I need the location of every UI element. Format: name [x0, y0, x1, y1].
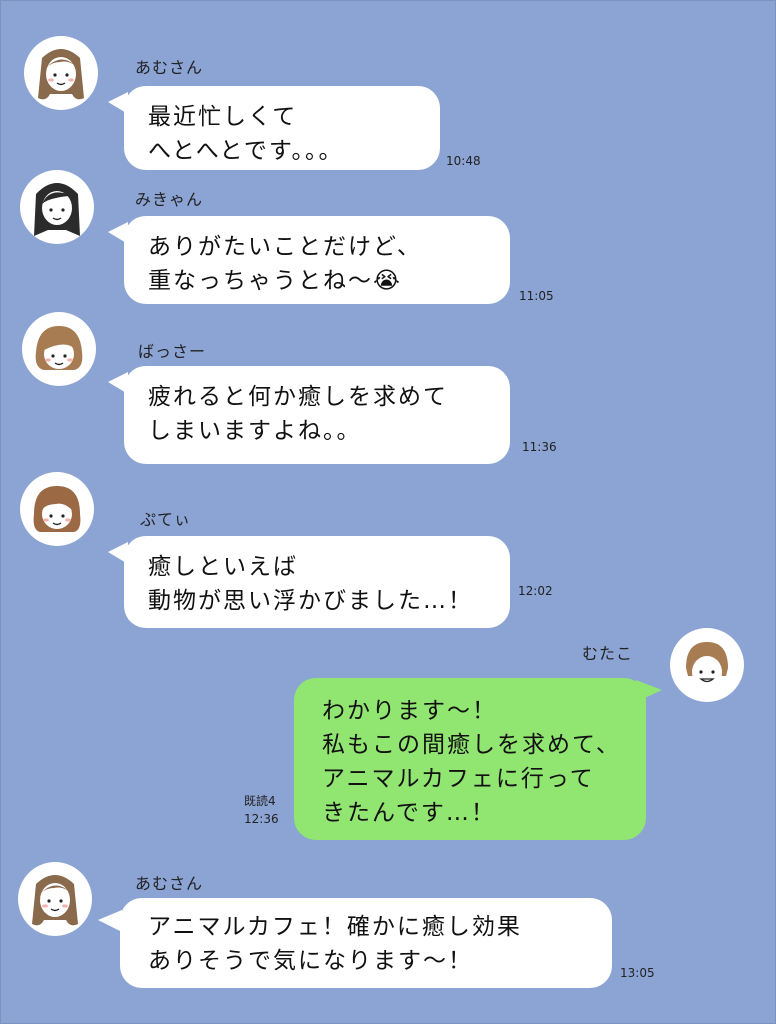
message-bubble[interactable]: 癒しといえば 動物が思い浮かびました…！ — [124, 536, 510, 628]
message-bubble[interactable]: 最近忙しくて へとへとです。。。 — [124, 86, 440, 170]
message-bubble[interactable]: わかります〜！ 私もこの間癒しを求めて、 アニマルカフェに行って きたんです…！ — [294, 678, 646, 840]
sender-name: みきゃん — [135, 190, 204, 209]
message-line: ありがたいことだけど、 — [148, 234, 422, 260]
message-line: 癒しといえば — [148, 554, 298, 580]
read-receipt: 既読4 — [244, 794, 276, 808]
message-time: 11:05 — [519, 289, 554, 303]
message-line: わかります〜！ — [322, 698, 497, 724]
sender-name: ぷてぃ — [140, 510, 192, 529]
message-time: 10:48 — [446, 154, 481, 168]
message-line: 疲れると何か癒しを求めて — [148, 384, 448, 410]
message-time: 12:02 — [518, 584, 553, 598]
sender-name: あむさん — [135, 58, 204, 77]
bassa-avatar[interactable] — [22, 312, 96, 386]
message-line: 最近忙しくて — [148, 104, 298, 130]
message-line: 私もこの間癒しを求めて、 — [322, 732, 621, 758]
message-time: 13:05 — [620, 966, 655, 980]
amu-avatar[interactable] — [24, 36, 98, 110]
message-time: 11:36 — [522, 440, 557, 454]
mutako-avatar[interactable] — [670, 628, 744, 702]
message-bubble[interactable]: ありがたいことだけど、 重なっちゃうとね〜😭 — [124, 216, 510, 304]
puti-avatar[interactable] — [20, 472, 94, 546]
sender-name: あむさん — [135, 874, 204, 893]
bubble-tail — [98, 910, 122, 932]
message-line: アニマルカフェに行って — [322, 766, 595, 792]
mikyan-avatar[interactable] — [20, 170, 94, 244]
message-time: 12:36 — [244, 812, 279, 826]
message-line: きたんです…！ — [322, 800, 496, 826]
sender-name: ばっさー — [138, 342, 207, 361]
sender-name: むたこ — [582, 644, 634, 663]
message-line: 動物が思い浮かびました…！ — [148, 588, 473, 614]
message-bubble[interactable]: アニマルカフェ！確かに癒し効果 ありそうで気になります〜！ — [120, 898, 612, 988]
message-line: へとへとです。。。 — [148, 138, 344, 164]
message-bubble[interactable]: 疲れると何か癒しを求めて しまいますよね。。 — [124, 366, 510, 464]
message-line: しまいますよね。。 — [148, 418, 362, 444]
amu-avatar[interactable] — [18, 862, 92, 936]
message-line: ありそうで気になります〜！ — [148, 948, 473, 974]
message-line: アニマルカフェ！確かに癒し効果 — [148, 914, 522, 940]
message-line: 重なっちゃうとね〜😭 — [148, 268, 402, 294]
